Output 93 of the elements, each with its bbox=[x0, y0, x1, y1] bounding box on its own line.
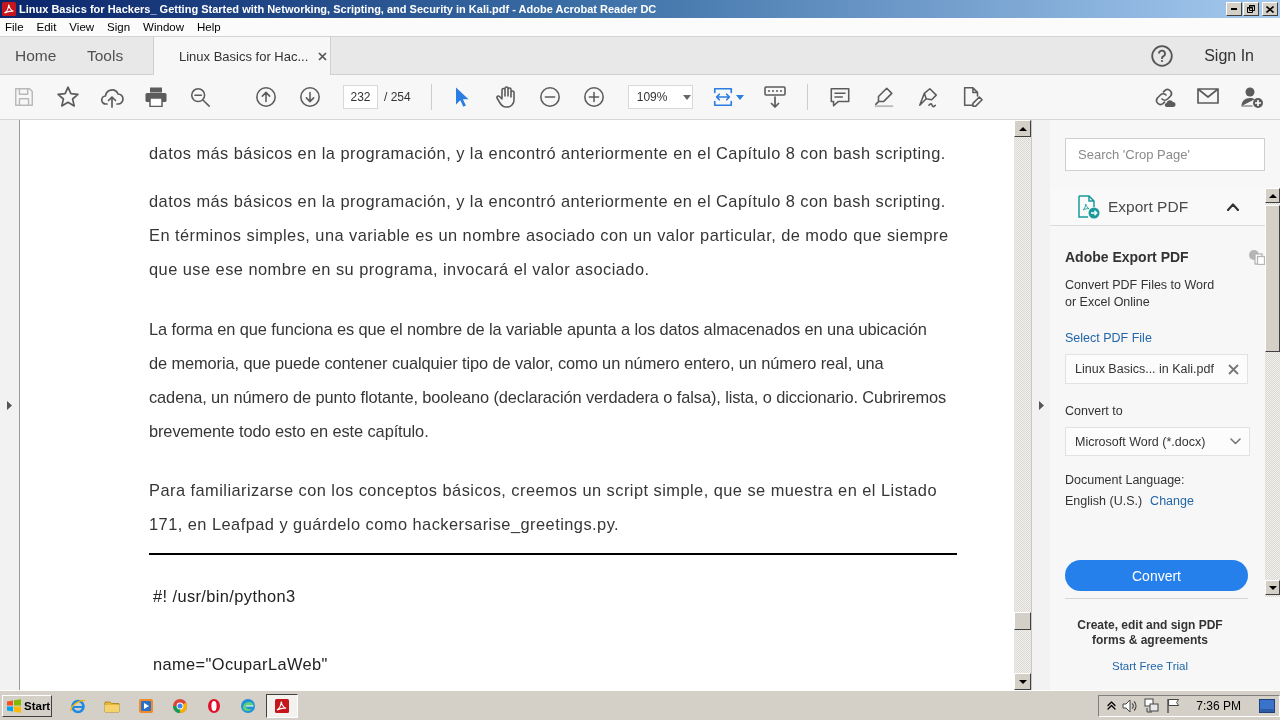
windows-flag-icon bbox=[6, 698, 22, 713]
promo-text: Create, edit and sign PDF forms & agreements bbox=[1076, 617, 1224, 648]
clock: 7:36 PM bbox=[1196, 698, 1241, 713]
field-label: Convert to bbox=[1065, 402, 1123, 420]
clear-icon[interactable] bbox=[1228, 363, 1239, 375]
zoom-search-icon bbox=[189, 86, 211, 108]
restore-icon bbox=[1247, 5, 1255, 13]
close-icon[interactable] bbox=[318, 51, 328, 61]
start-button[interactable]: Start bbox=[2, 694, 52, 717]
zoom-out-icon bbox=[538, 86, 561, 108]
down-triangle-icon bbox=[1268, 585, 1277, 590]
up-triangle-icon bbox=[1268, 193, 1277, 198]
down-arrow-icon bbox=[299, 86, 321, 108]
caret-icon bbox=[683, 94, 692, 100]
code-line: #! /usr/bin/python3 bbox=[153, 586, 296, 607]
menu-item[interactable]: Window bbox=[143, 21, 184, 33]
expand-arrow-icon[interactable] bbox=[7, 400, 12, 410]
menu-item[interactable]: Sign bbox=[107, 21, 131, 33]
app-icon bbox=[2, 2, 16, 16]
pen-sign-icon bbox=[916, 86, 939, 108]
zoom-dropdown[interactable]: 109% bbox=[627, 85, 693, 109]
taskbar-button[interactable] bbox=[266, 693, 298, 718]
edge-swirl-icon bbox=[240, 697, 256, 714]
scroll-mode-icon bbox=[762, 86, 787, 108]
down-triangle-icon bbox=[1018, 679, 1027, 684]
paragraph: datos más básicos en la programación, y la encontró anteriormente en el Capítulo 8 con bash scripting. bbox=[149, 143, 946, 164]
show-desktop-icon[interactable] bbox=[1259, 698, 1275, 713]
highlighter-icon bbox=[872, 86, 895, 108]
help-icon[interactable] bbox=[1151, 44, 1174, 67]
section-title: Export PDF bbox=[1108, 197, 1189, 216]
scroll-up-button[interactable] bbox=[1265, 188, 1280, 203]
search-field[interactable]: Search 'Crop Page' bbox=[1065, 138, 1265, 171]
up-arrow-icon bbox=[255, 86, 277, 108]
chevron-up-icon[interactable] bbox=[1107, 701, 1117, 710]
add-user-icon bbox=[1240, 85, 1264, 109]
field-label: Document Language: bbox=[1065, 471, 1185, 489]
network-icon[interactable] bbox=[1144, 698, 1161, 713]
close-icon bbox=[1266, 5, 1274, 13]
scroll-down-button[interactable] bbox=[1014, 673, 1031, 690]
paragraph: La forma en que funciona es que el nombre de la variable apunta a los datos almacenados en una ubicación de memoria, que puede contener cualquier tipo de valor, como un número entero, un número real, una cadena, un número de punto flotante, booleano (declaración verdadera o falsa), lista, o diccionario. Cubriremos brevemente todo esto en este capítulo. bbox=[149, 318, 947, 442]
tab[interactable]: Linux Basics for Hac... bbox=[153, 37, 331, 75]
menu-item[interactable]: Help bbox=[197, 21, 221, 33]
select-file-link[interactable]: Select PDF File bbox=[1065, 329, 1152, 347]
ring-o-icon bbox=[206, 697, 222, 714]
chrome-icon bbox=[172, 697, 188, 714]
comment-icon[interactable] bbox=[828, 86, 851, 108]
star-icon bbox=[56, 85, 80, 109]
close-button[interactable] bbox=[1262, 2, 1278, 16]
file-field[interactable]: Linux Basics... in Kali.pdf bbox=[1065, 354, 1248, 384]
hand-icon bbox=[494, 86, 517, 108]
pointer-icon[interactable] bbox=[454, 86, 469, 108]
print-icon bbox=[145, 87, 167, 107]
language-value: English (U.S.) bbox=[1065, 492, 1143, 510]
zoom-in-icon bbox=[582, 86, 605, 108]
scroll-down-button[interactable] bbox=[1265, 580, 1280, 595]
scrollbar-thumb[interactable] bbox=[1265, 205, 1280, 352]
export-pdf-icon bbox=[1076, 194, 1100, 219]
cloud-upload-icon bbox=[100, 86, 124, 108]
minimize-icon bbox=[1231, 8, 1237, 10]
pdf-app-icon bbox=[274, 697, 290, 714]
page-count: / 254 bbox=[384, 90, 411, 104]
tab[interactable]: Tools bbox=[72, 37, 153, 74]
minimize-button[interactable] bbox=[1226, 2, 1242, 16]
caret-icon bbox=[735, 94, 744, 100]
chevron-up-icon[interactable] bbox=[1227, 202, 1239, 211]
sign-in-button[interactable]: Sign In bbox=[1204, 46, 1254, 65]
format-dropdown[interactable]: Microsoft Word (*.docx) bbox=[1065, 427, 1250, 456]
description: Convert PDF Files to Word or Excel Online bbox=[1065, 276, 1215, 311]
paragraph: Para familiarizarse con los conceptos básicos, creemos un script simple, que se muestra en el Listado 171, en Leafpad y guárdelo como hackersarise_greetings.py. bbox=[149, 480, 938, 535]
fit-page-icon[interactable] bbox=[711, 86, 734, 108]
up-triangle-icon bbox=[1018, 126, 1027, 131]
mail-icon bbox=[1196, 88, 1220, 106]
menu-item[interactable]: Edit bbox=[36, 21, 57, 33]
expand-arrow-icon[interactable] bbox=[1038, 400, 1044, 410]
menu-item[interactable]: View bbox=[69, 21, 95, 33]
scroll-up-button[interactable] bbox=[1014, 120, 1031, 137]
page-number-field[interactable]: 232 bbox=[343, 85, 378, 109]
browser-e-icon bbox=[70, 697, 86, 714]
menu-item[interactable]: File bbox=[5, 21, 24, 33]
change-link[interactable]: Change bbox=[1150, 492, 1194, 510]
tab[interactable]: Home bbox=[0, 37, 72, 74]
free-trial-link[interactable]: Start Free Trial bbox=[1111, 659, 1189, 674]
chevron-down-icon bbox=[1230, 438, 1241, 445]
flag-icon[interactable] bbox=[1166, 698, 1181, 713]
media-player-icon bbox=[138, 697, 154, 714]
paragraph: datos más básicos en la programación, y la encontró anteriormente en el Capítulo 8 con bash scripting. En términos simples, una variable es un nombre asociado con un valor particular, de modo que siempre que use ese nombre en su programa, invocará el valor asociado. bbox=[149, 191, 949, 280]
speaker-icon[interactable] bbox=[1122, 698, 1139, 713]
restore-button[interactable] bbox=[1243, 2, 1259, 16]
convert-button[interactable]: Convert bbox=[1065, 560, 1248, 591]
panel-heading: Adobe Export PDF bbox=[1065, 249, 1189, 265]
window-title: Linux Basics for Hackers_ Getting Started with Networking, Scripting, and Security in Kali.pdf - Adobe Acrobat Reader DC bbox=[19, 3, 657, 15]
scrollbar-thumb[interactable] bbox=[1014, 612, 1031, 630]
code-line: name="OcuparLaWeb" bbox=[153, 654, 328, 675]
